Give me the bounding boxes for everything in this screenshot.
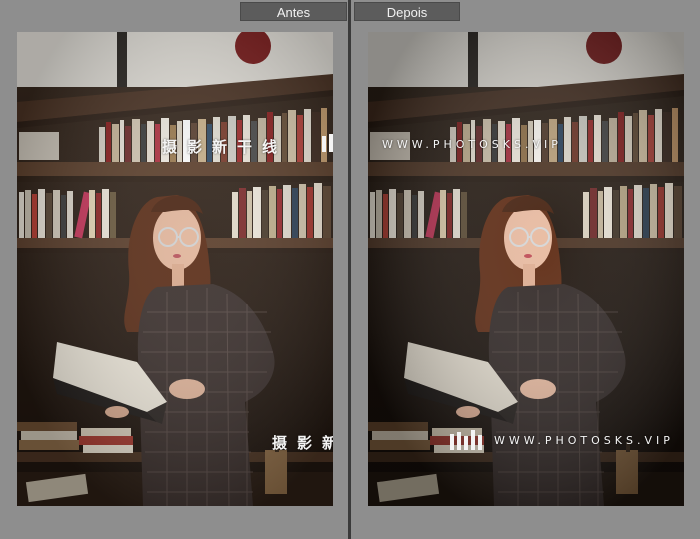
after-photo: WWW.PHOTOSKS.VIP WWW.PHOTOSKS.VIP	[368, 32, 684, 506]
after-label: Depois	[354, 2, 460, 21]
before-photo: 摄影新干线 摄影新干线	[17, 32, 333, 506]
after-pane: Depois WWW.PHOTOSKS.VIP WWW.PHOTOSKS.VIP	[351, 0, 700, 539]
before-pane: Antes 摄影新干线 摄影	[0, 0, 348, 539]
watermark-url-bottom: WWW.PHOTOSKS.VIP	[494, 434, 674, 447]
watermark-brand-top: 摄影新干线	[162, 138, 288, 156]
watermark-logo-bottom	[450, 430, 482, 456]
watermark-url-top: WWW.PHOTOSKS.VIP	[382, 138, 562, 151]
watermark-logo-top-left	[322, 132, 333, 158]
before-label: Antes	[240, 2, 347, 21]
watermark-brand-bottom: 摄影新干线	[272, 434, 333, 452]
